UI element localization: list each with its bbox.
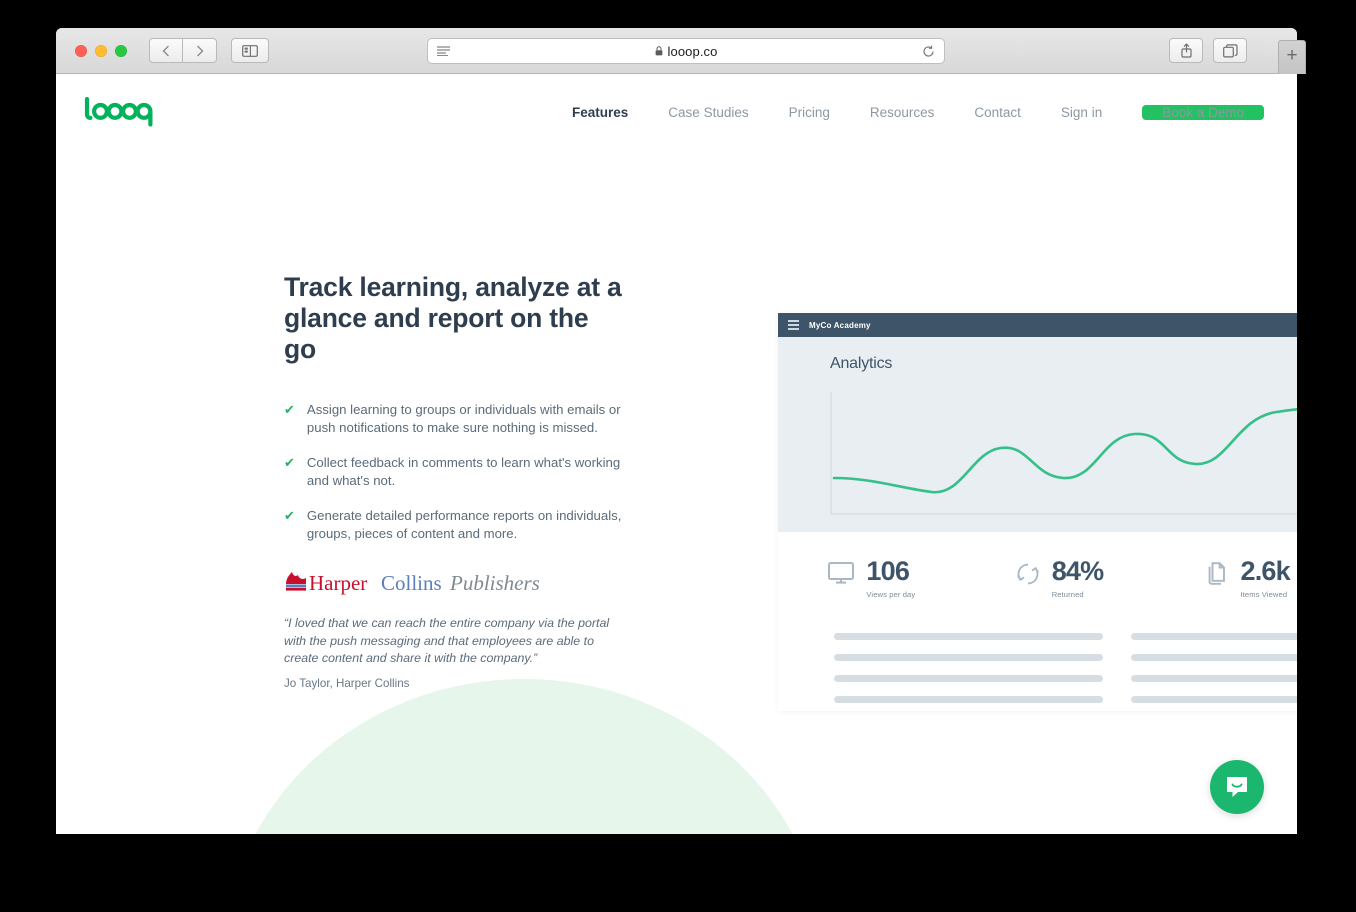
new-tab-label: + — [1286, 45, 1298, 66]
stat-label: Items Viewed — [1240, 590, 1288, 599]
nav-item-features[interactable]: Features — [552, 105, 648, 120]
nav-item-sign-in[interactable]: Sign in — [1041, 105, 1122, 120]
analytics-title: Analytics — [830, 355, 893, 372]
placeholder-bar — [1131, 654, 1297, 661]
share-icon — [1180, 43, 1192, 58]
new-tab-button[interactable]: + — [1278, 40, 1306, 74]
share-button[interactable] — [1169, 38, 1203, 63]
forward-chevron-icon — [196, 45, 203, 56]
analytics-line-chart — [830, 392, 1297, 524]
hero-text-column: Track learning, analyze at a glance and … — [284, 272, 714, 690]
hamburger-menu-icon[interactable] — [788, 320, 799, 330]
stats-row: 106 Views per day 84% Returned 2.6k Item… — [778, 532, 1297, 599]
nav-item-pricing[interactable]: Pricing — [769, 105, 850, 120]
placeholder-bar — [834, 654, 1103, 661]
list-item: ✔ Collect feedback in comments to learn … — [284, 454, 704, 489]
mockup-title: MyCo Academy — [809, 320, 871, 330]
reload-button[interactable] — [922, 45, 935, 58]
line-chart-svg — [830, 392, 1297, 515]
stat-items-viewed: 2.6k Items Viewed — [1153, 558, 1297, 599]
decorative-green-circle — [224, 679, 824, 834]
placeholder-bar — [1131, 633, 1297, 640]
testimonial-quote: “I loved that we can reach the entire co… — [284, 616, 610, 665]
harpercollins-flame-mark — [286, 572, 306, 591]
close-window-button[interactable] — [75, 44, 87, 57]
minimize-window-button[interactable] — [95, 44, 107, 57]
browser-toolbar: looop.co + — [56, 28, 1306, 74]
lock-icon — [655, 46, 662, 56]
sidebar-toggle-icon — [242, 44, 258, 57]
placeholder-bar — [834, 696, 1103, 703]
stat-label: Views per day — [866, 590, 916, 599]
feature-text: Assign learning to groups or individuals… — [306, 402, 621, 435]
forward-button[interactable] — [183, 38, 217, 63]
analytics-panel: Analytics — [778, 337, 1297, 532]
back-chevron-icon — [162, 45, 169, 56]
nav-item-contact[interactable]: Contact — [954, 105, 1041, 120]
logo-word-harper: Harper — [309, 571, 367, 595]
stat-value: 84% — [1051, 556, 1104, 586]
book-a-demo-button[interactable]: Book a Demo — [1142, 104, 1264, 120]
placeholder-content-rows — [778, 599, 1297, 703]
show-tabs-button[interactable] — [1213, 38, 1247, 63]
reload-icon — [923, 45, 934, 57]
page-title: Track learning, analyze at a glance and … — [284, 272, 622, 364]
browser-window: looop.co + Features Case Studies Pricing… — [56, 28, 1306, 834]
back-button[interactable] — [149, 38, 183, 63]
feature-text: Collect feedback in comments to learn wh… — [306, 455, 621, 488]
chat-bubble-smile-icon — [1227, 777, 1247, 797]
testimonial-attribution: Jo Taylor, Harper Collins — [284, 676, 410, 690]
reader-view-icon — [437, 46, 450, 56]
monitor-icon — [828, 562, 855, 589]
stat-value: 2.6k — [1240, 556, 1291, 586]
stat-value: 106 — [866, 556, 910, 586]
placeholder-bar — [834, 633, 1103, 640]
show-tabs-icon — [1222, 43, 1238, 58]
toolbar-right-buttons — [1169, 38, 1247, 63]
chart-line-path — [832, 407, 1297, 494]
page-content: Features Case Studies Pricing Resources … — [56, 74, 1297, 834]
dashboard-mockup: MyCo Academy Analytics 106 Views per day… — [778, 313, 1297, 711]
harpercollins-publishers-logo: Harper Collins Publishers — [284, 571, 704, 596]
feature-list: ✔ Assign learning to groups or individua… — [284, 401, 704, 542]
placeholder-bar — [1131, 675, 1297, 682]
reader-view-button[interactable] — [437, 46, 450, 56]
window-controls — [75, 44, 127, 57]
url-text-wrapper[interactable]: looop.co — [450, 44, 922, 59]
documents-icon — [1205, 562, 1229, 591]
placeholder-bar — [1131, 696, 1297, 703]
list-item: ✔ Assign learning to groups or individua… — [284, 401, 704, 436]
placeholder-column-left — [834, 633, 1103, 703]
logo-word-publishers: Publishers — [449, 571, 540, 595]
check-icon: ✔ — [284, 455, 295, 471]
address-bar[interactable]: looop.co — [427, 38, 945, 64]
placeholder-column-right — [1131, 633, 1297, 703]
sidebar-toggle-button[interactable] — [231, 38, 269, 63]
refresh-cycle-icon — [1016, 562, 1040, 591]
intercom-chat-launcher[interactable] — [1210, 760, 1264, 814]
check-icon: ✔ — [284, 508, 295, 524]
stat-label: Returned — [1051, 590, 1084, 599]
looop-logo-icon — [84, 97, 153, 127]
placeholder-bar — [834, 675, 1103, 682]
url-text: looop.co — [667, 43, 718, 59]
maximize-window-button[interactable] — [115, 44, 127, 57]
nav-item-case-studies[interactable]: Case Studies — [648, 105, 768, 120]
stat-views-per-day: 106 Views per day — [778, 558, 966, 599]
feature-text: Generate detailed performance reports on… — [306, 508, 622, 541]
logo-word-collins: Collins — [381, 571, 442, 595]
list-item: ✔ Generate detailed performance reports … — [284, 507, 704, 542]
check-icon: ✔ — [284, 402, 295, 417]
navigation-buttons — [149, 38, 217, 63]
harpercollins-logo-icon: Harper Collins Publishers — [286, 571, 540, 595]
nav-item-resources[interactable]: Resources — [850, 105, 955, 120]
mockup-titlebar: MyCo Academy — [778, 313, 1297, 337]
main-navigation: Features Case Studies Pricing Resources … — [552, 104, 1264, 120]
looop-logo[interactable] — [83, 97, 155, 127]
site-header: Features Case Studies Pricing Resources … — [56, 74, 1297, 150]
stat-returned: 84% Returned — [966, 558, 1154, 599]
